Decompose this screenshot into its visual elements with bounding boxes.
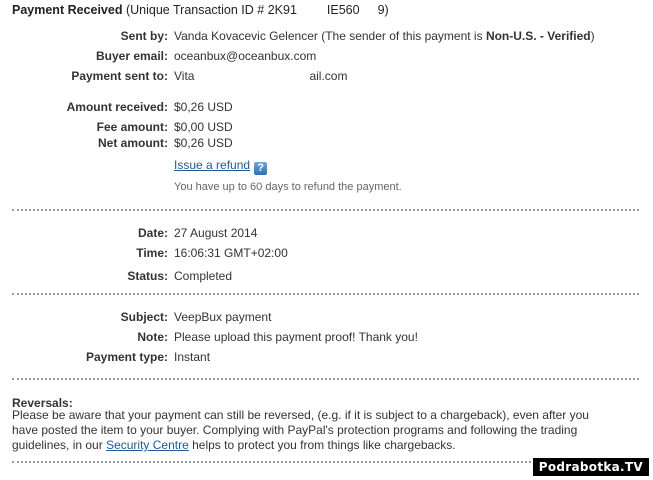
date-row: Date: 27 August 2014 [0, 226, 653, 242]
time-label: Time: [136, 246, 168, 260]
security-centre-link[interactable]: Security Centre [106, 438, 189, 452]
buyer-email-label: Buyer email: [95, 49, 168, 63]
sent-to-suffix: ail.com [309, 69, 348, 83]
refund-container: Issue a refund? [174, 158, 268, 175]
net-amount-row: Net amount: $0,26 USD [0, 136, 653, 152]
divider [12, 209, 639, 211]
fee-amount-row: Fee amount: $0,00 USD [0, 120, 653, 136]
divider [12, 293, 639, 295]
subject-row: Subject: VeepBux payment [0, 310, 653, 326]
date-value: 27 August 2014 [174, 226, 258, 240]
transaction-id-end: 9) [377, 3, 389, 17]
time-row: Time: 16:06:31 GMT+02:00 [0, 246, 653, 262]
payment-type-label: Payment type: [85, 350, 168, 364]
fee-amount-value: $0,00 USD [174, 120, 233, 134]
buyer-email-row: Buyer email: oceanbux@oceanbux.com [0, 49, 653, 65]
sent-by-row: Sent by: Vanda Kovacevic Gelencer (The s… [0, 29, 653, 45]
page-title: Payment Received (Unique Transaction ID … [12, 3, 389, 17]
sent-by-label: Sent by: [120, 29, 168, 43]
sent-to-label: Payment sent to: [71, 69, 168, 83]
sent-to-prefix: Vita [174, 69, 195, 83]
amount-received-value: $0,26 USD [174, 100, 233, 114]
date-label: Date: [137, 226, 168, 240]
refund-row: Issue a refund? [0, 158, 653, 175]
sent-by-value: Vanda Kovacevic Gelencer (The sender of … [174, 29, 595, 43]
subject-label: Subject: [120, 310, 168, 324]
net-amount-value: $0,26 USD [174, 136, 233, 150]
amount-received-label: Amount received: [66, 100, 168, 114]
status-row: Status: Completed [0, 269, 653, 285]
subject-value: VeepBux payment [174, 310, 272, 324]
net-amount-label: Net amount: [98, 136, 168, 150]
fee-amount-label: Fee amount: [96, 120, 168, 134]
buyer-email-value: oceanbux@oceanbux.com [174, 49, 317, 63]
transaction-id-prefix: (Unique Transaction ID # 2K91 [125, 3, 297, 17]
sent-to-value: Vita ail.com [174, 69, 347, 83]
note-row: Note: Please upload this payment proof! … [0, 330, 653, 346]
watermark: Podrabotka.TV [532, 458, 649, 476]
title-main: Payment Received [12, 3, 123, 17]
amount-received-row: Amount received: $0,26 USD [0, 100, 653, 116]
reversals-text-part2: helps to protect you from things like ch… [188, 438, 456, 452]
status-value: Completed [174, 269, 233, 283]
divider [12, 378, 639, 380]
note-label: Note: [137, 330, 168, 344]
sent-by-close: ) [590, 29, 595, 43]
refund-note: You have up to 60 days to refund the pay… [174, 181, 402, 193]
sender-status: Non-U.S. - Verified [485, 29, 591, 43]
status-label: Status: [127, 269, 168, 283]
transaction-id-mid: IE560 [326, 3, 360, 17]
time-value: 16:06:31 GMT+02:00 [174, 246, 288, 260]
sent-to-row: Payment sent to: Vita ail.com [0, 69, 653, 85]
payment-type-value: Instant [174, 350, 211, 364]
payment-type-row: Payment type: Instant [0, 350, 653, 366]
note-value: Please upload this payment proof! Thank … [174, 330, 418, 344]
reversals-text: Please be aware that your payment can st… [12, 408, 612, 453]
help-icon[interactable]: ? [254, 162, 268, 175]
sent-by-text: Vanda Kovacevic Gelencer (The sender of … [174, 29, 486, 43]
issue-refund-link[interactable]: Issue a refund [174, 158, 250, 172]
